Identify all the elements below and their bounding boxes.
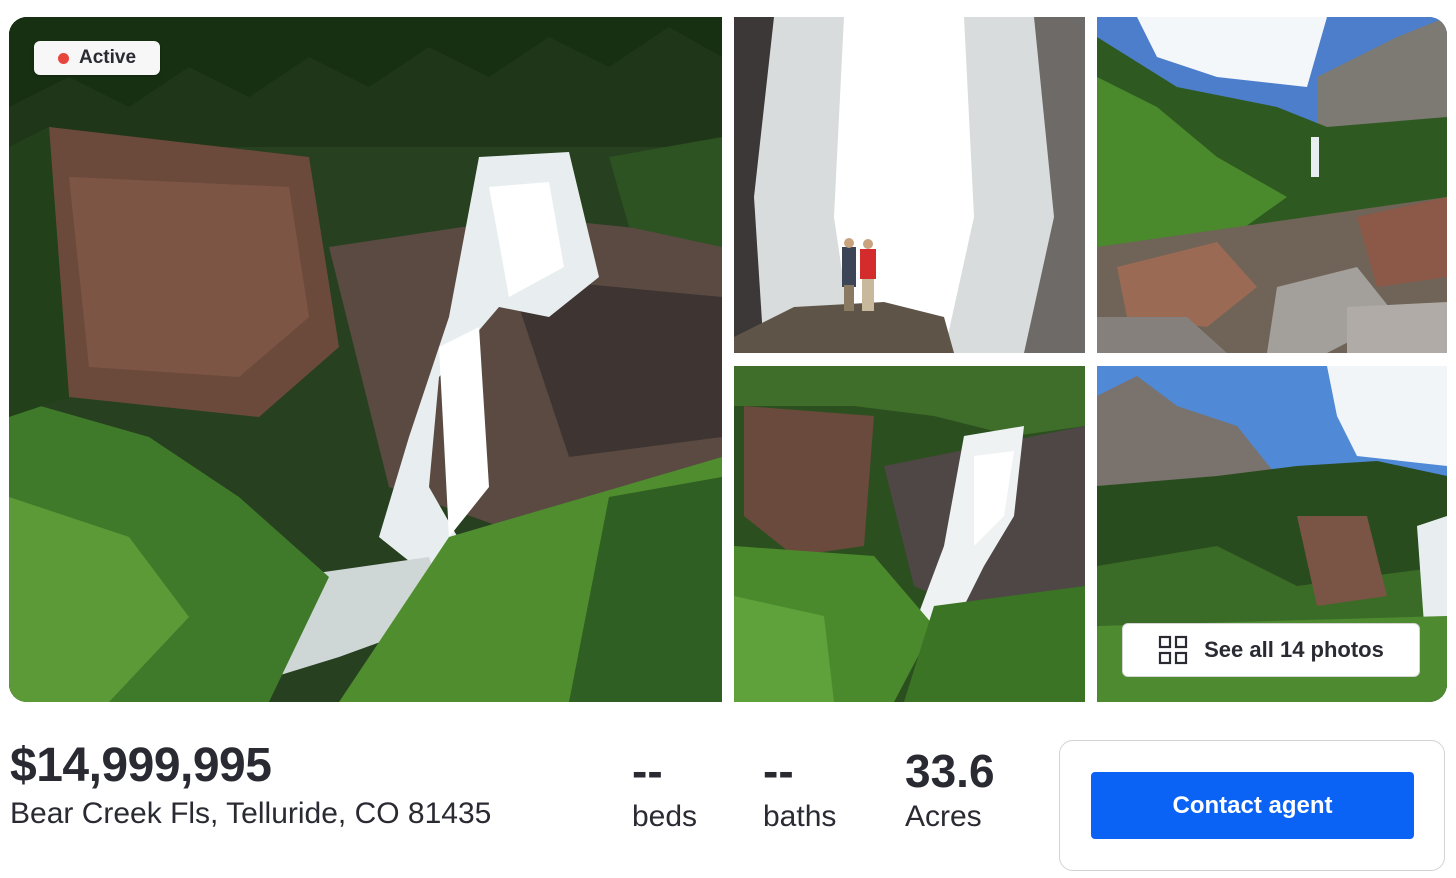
photo-main-waterfall[interactable] bbox=[9, 17, 722, 702]
acres-label: Acres bbox=[905, 800, 982, 833]
beds-label: beds bbox=[632, 800, 698, 833]
photo-hikers-waterfall[interactable] bbox=[734, 17, 1085, 353]
photo-waterfall-forest[interactable] bbox=[734, 366, 1085, 702]
beds-stat: -- beds bbox=[632, 748, 697, 834]
status-badge: Active bbox=[34, 41, 161, 75]
acres-stat: 33.6 Acres bbox=[905, 748, 995, 834]
baths-value: -- bbox=[763, 745, 794, 797]
baths-stat: -- baths bbox=[763, 748, 836, 834]
contact-agent-button[interactable]: Contact agent bbox=[1091, 772, 1414, 839]
see-all-photos-label: See all 14 photos bbox=[1204, 637, 1384, 662]
listing-price: $14,999,995 bbox=[10, 739, 272, 792]
grid-icon bbox=[1159, 635, 1188, 665]
contact-card: Contact agent bbox=[1059, 740, 1445, 871]
photo-creek-valley[interactable] bbox=[1097, 17, 1447, 353]
listing-address: Bear Creek Fls, Telluride, CO 81435 bbox=[10, 797, 492, 830]
status-dot-icon bbox=[58, 52, 69, 64]
acres-value: 33.6 bbox=[905, 745, 995, 797]
status-label: Active bbox=[79, 47, 137, 68]
beds-value: -- bbox=[632, 745, 663, 797]
see-all-photos-button[interactable]: See all 14 photos bbox=[1122, 623, 1420, 677]
photo-gallery: Active See all 14 photos bbox=[0, 0, 1456, 710]
baths-label: baths bbox=[763, 800, 837, 833]
